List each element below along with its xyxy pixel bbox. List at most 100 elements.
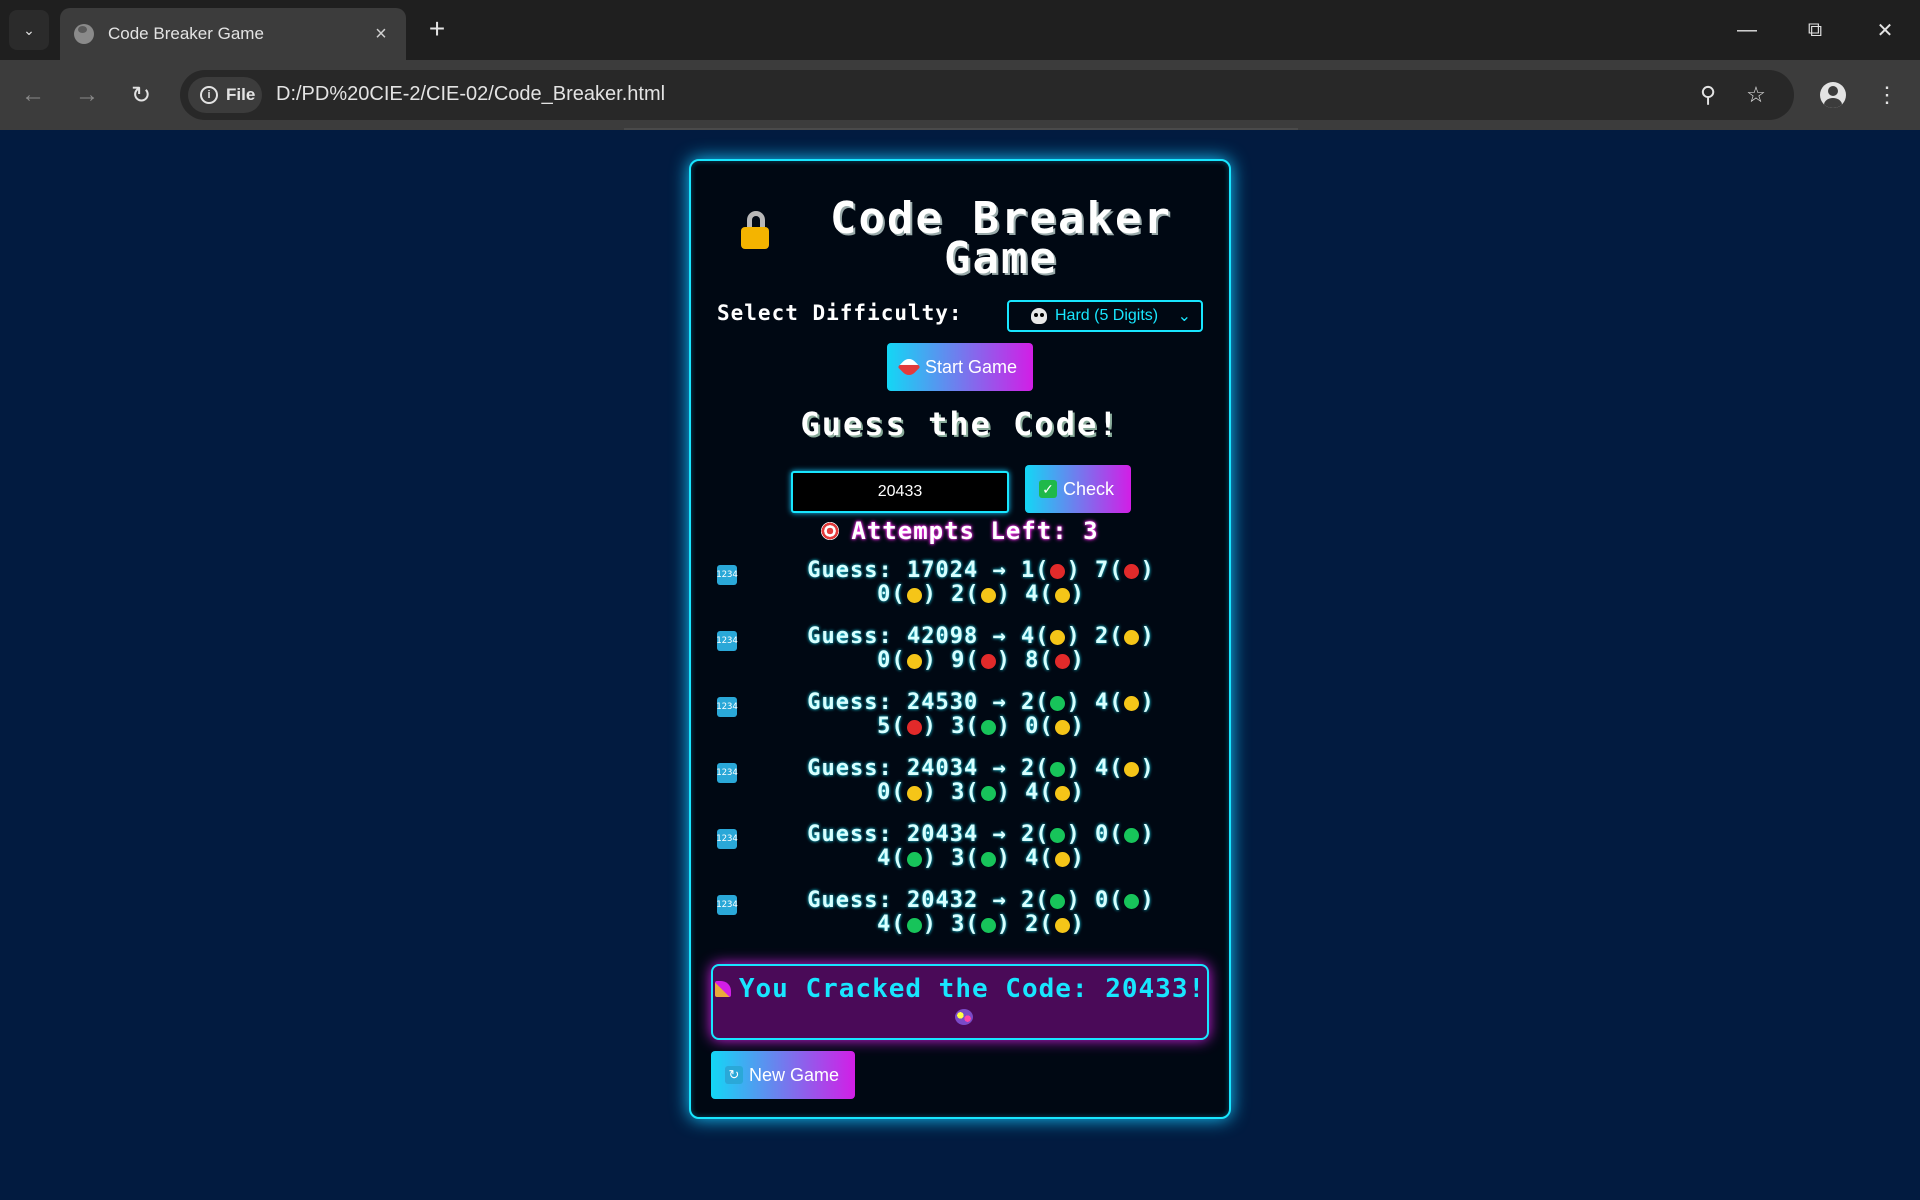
tab-search-chevron-icon[interactable]: ⌄	[9, 10, 49, 50]
check-label: Check	[1063, 478, 1115, 499]
history-text: Guess: 20434 → 2() 0() 4() 3() 4()	[807, 822, 1155, 871]
lock-icon	[741, 211, 773, 251]
feedback-dot	[1054, 786, 1070, 801]
start-game-button[interactable]: Start Game	[887, 343, 1033, 391]
feedback-dot	[1124, 630, 1140, 645]
attempts-text: Attempts Left: 3	[851, 517, 1099, 545]
feedback-dot	[1124, 564, 1140, 579]
feedback-digit: 0()	[1025, 714, 1085, 739]
new-game-label: New Game	[749, 1064, 840, 1085]
feedback-dot	[1050, 630, 1066, 645]
feedback-digit: 2()	[1094, 624, 1155, 649]
url-text[interactable]: D:/PD%20CIE-2/CIE-02/Code_Breaker.html	[276, 83, 665, 106]
feedback-digit: 4()	[1094, 756, 1155, 781]
confetti-icon	[955, 1009, 973, 1025]
menu-kebab-icon[interactable]: ⋮	[1870, 78, 1904, 112]
attempts-left: Attempts Left: 3	[691, 517, 1229, 545]
feedback-dot	[906, 852, 922, 867]
feedback-dot	[980, 588, 996, 603]
feedback-digit: 4()	[1025, 582, 1085, 607]
window-close-icon[interactable]: ✕	[1862, 10, 1908, 50]
feedback-dot	[1050, 762, 1066, 777]
skull-icon	[1031, 308, 1047, 324]
feedback-digit: 3()	[951, 846, 1026, 871]
feedback-dot	[980, 918, 996, 933]
feedback-digit: 2()	[951, 582, 1026, 607]
feedback-dot	[980, 654, 996, 669]
numbers-icon: 1234	[716, 829, 738, 849]
feedback-dot	[1054, 720, 1070, 735]
checkmark-icon: ✓	[1039, 480, 1057, 498]
history-row: 1234 Guess: 24530 → 2() 4() 5() 3() 0()	[716, 690, 1207, 757]
feedback-dot	[1050, 696, 1066, 711]
difficulty-select[interactable]: Hard (5 Digits) ⌄	[1007, 300, 1203, 332]
feedback-dot	[906, 720, 922, 735]
game-title: Code Breaker Game	[830, 193, 1172, 284]
tab-close-icon[interactable]: ×	[370, 23, 392, 46]
feedback-digit: 3()	[951, 912, 1026, 937]
win-message: You Cracked the Code: 20433!	[738, 974, 1206, 1004]
feedback-dot	[1050, 828, 1066, 843]
feedback-digit: 0()	[1094, 888, 1155, 913]
minimize-icon[interactable]: —	[1724, 10, 1770, 50]
feedback-dot	[1054, 918, 1070, 933]
check-button[interactable]: ✓ Check	[1025, 465, 1131, 513]
history-text: Guess: 17024 → 1() 7() 0() 2() 4()	[807, 558, 1155, 607]
feedback-digit: 0()	[1094, 822, 1155, 847]
history-row: 1234 Guess: 20432 → 2() 0() 4() 3() 2()	[716, 888, 1207, 955]
browser-tab[interactable]: Code Breaker Game ×	[60, 8, 406, 60]
feedback-digit: 2()	[1025, 912, 1085, 937]
feedback-dot	[1054, 588, 1070, 603]
numbers-icon: 1234	[716, 631, 738, 651]
feedback-digit: 4()	[1025, 780, 1085, 805]
feedback-dot	[1050, 564, 1066, 579]
difficulty-selected-value: Hard (5 Digits)	[1055, 307, 1159, 324]
feedback-digit: 8()	[1025, 648, 1085, 673]
reload-icon[interactable]: ↻	[124, 78, 158, 112]
guess-history: 1234 Guess: 17024 → 1() 7() 0() 2() 4() 1…	[716, 558, 1207, 955]
feedback-digit: 4()	[1025, 846, 1085, 871]
site-info-label: File	[226, 85, 256, 104]
numbers-icon: 1234	[716, 697, 738, 717]
feedback-digit: 2()	[1020, 822, 1095, 847]
history-row: 1234 Guess: 24034 → 2() 4() 0() 3() 4()	[716, 756, 1207, 823]
game-card: Code Breaker Game Select Difficulty: Har…	[689, 159, 1231, 1119]
feedback-dot	[906, 588, 922, 603]
numbers-icon: 1234	[716, 763, 738, 783]
zoom-icon[interactable]: ⚲	[1694, 81, 1722, 109]
profile-icon[interactable]	[1816, 78, 1850, 112]
party-popper-icon	[714, 981, 731, 997]
browser-tab-bar: ⌄ Code Breaker Game × + — ⧉ ✕	[0, 0, 1920, 60]
history-text: Guess: 42098 → 4() 2() 0() 9() 8()	[807, 624, 1155, 673]
feedback-digit: 2()	[1020, 756, 1095, 781]
history-text: Guess: 24034 → 2() 4() 0() 3() 4()	[807, 756, 1155, 805]
feedback-dot	[1054, 852, 1070, 867]
restore-icon[interactable]: ⧉	[1792, 10, 1838, 50]
feedback-digit: 0()	[877, 780, 952, 805]
new-tab-button[interactable]: +	[420, 14, 454, 48]
back-arrow-icon[interactable]: ←	[16, 78, 50, 112]
win-message-box: You Cracked the Code: 20433!	[711, 964, 1209, 1040]
numbers-icon: 1234	[716, 895, 738, 915]
info-icon: i	[200, 86, 218, 104]
feedback-digit: 9()	[951, 648, 1026, 673]
history-row: 1234 Guess: 42098 → 4() 2() 0() 9() 8()	[716, 624, 1207, 691]
feedback-digit: 2()	[1020, 690, 1095, 715]
bookmark-star-icon[interactable]: ☆	[1742, 81, 1770, 109]
target-icon	[821, 522, 840, 540]
feedback-digit: 4()	[1094, 690, 1155, 715]
site-info-chip[interactable]: i File	[188, 77, 262, 113]
feedback-digit: 4()	[877, 912, 952, 937]
feedback-dot	[906, 654, 922, 669]
feedback-digit: 4()	[1020, 624, 1095, 649]
address-bar[interactable]: i File D:/PD%20CIE-2/CIE-02/Code_Breaker…	[180, 70, 1794, 120]
guess-input[interactable]	[791, 471, 1009, 513]
feedback-dot	[980, 852, 996, 867]
forward-arrow-icon[interactable]: →	[70, 78, 104, 112]
feedback-digit: 3()	[951, 714, 1026, 739]
tab-title: Code Breaker Game	[108, 24, 264, 43]
new-game-button[interactable]: ↻ New Game	[711, 1051, 855, 1099]
feedback-dot	[1050, 894, 1066, 909]
browser-toolbar: ← → ↻ i File D:/PD%20CIE-2/CIE-02/Code_B…	[0, 60, 1920, 130]
difficulty-label: Select Difficulty:	[717, 301, 963, 325]
